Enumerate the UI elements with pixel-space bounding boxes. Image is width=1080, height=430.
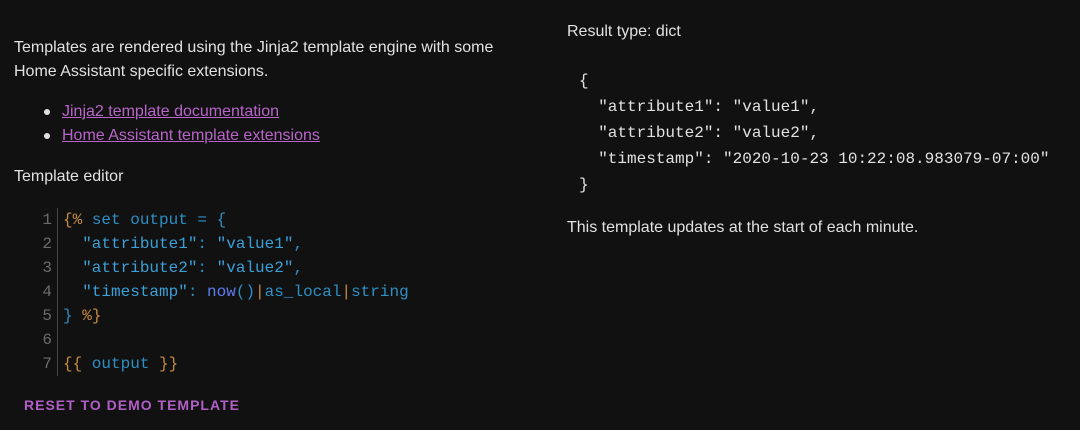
code-token: :	[197, 235, 217, 253]
code-token: as_local	[264, 283, 342, 301]
result-output: { "attribute1": "value1", "attribute2": …	[579, 72, 1050, 194]
reset-to-demo-template-button[interactable]: RESET TO DEMO TEMPLATE	[24, 393, 240, 417]
bullet-icon	[44, 133, 50, 139]
code-token: :	[197, 259, 217, 277]
line-number: 6	[30, 328, 58, 352]
code-line[interactable]: 3 "attribute2": "value2",	[30, 256, 500, 280]
code-token: now	[207, 283, 236, 301]
code-token: :	[187, 283, 208, 301]
code-token: }}	[159, 355, 179, 373]
code-token: ,	[293, 235, 304, 253]
description-line-1: Templates are rendered using the Jinja2 …	[14, 39, 494, 56]
result-type-label: Result type: dict	[567, 23, 681, 40]
description-line-2: Home Assistant specific extensions.	[14, 63, 269, 80]
code-line[interactable]: 6	[30, 328, 500, 352]
code-token: %}	[72, 307, 102, 325]
template-description: Templates are rendered using the Jinja2 …	[14, 36, 534, 84]
code-line[interactable]: 5 } %}	[30, 304, 500, 328]
code-line[interactable]: 7 {{ output }}	[30, 352, 500, 376]
template-code-editor[interactable]: 1 {% set output = { 2 "attribute1": "val…	[30, 208, 500, 376]
code-token: |	[255, 283, 265, 301]
code-token: "value2"	[216, 259, 294, 277]
code-token: "timestamp"	[63, 283, 188, 301]
code-token: |	[341, 283, 352, 301]
line-number: 2	[30, 232, 58, 256]
code-token: output	[82, 355, 160, 373]
code-line[interactable]: 4 "timestamp": now() | as_local | string	[30, 280, 500, 304]
code-token: {{	[63, 355, 83, 373]
bullet-icon	[44, 109, 50, 115]
code-token: "attribute2"	[63, 259, 198, 277]
code-token: ,	[293, 259, 304, 277]
jinja2-docs-link[interactable]: Jinja2 template documentation	[62, 103, 279, 120]
code-token: }	[63, 307, 73, 325]
line-number: 4	[30, 280, 58, 304]
line-number: 7	[30, 352, 58, 376]
list-item: Home Assistant template extensions	[44, 124, 320, 148]
ha-template-extensions-link[interactable]: Home Assistant template extensions	[62, 127, 320, 144]
line-number: 1	[30, 208, 58, 232]
line-number: 5	[30, 304, 58, 328]
code-token: {%	[63, 211, 83, 229]
code-line[interactable]: 2 "attribute1": "value1",	[30, 232, 500, 256]
code-token: "value1"	[216, 235, 294, 253]
code-token: string	[351, 283, 409, 301]
update-frequency-note: This template updates at the start of ea…	[567, 219, 919, 236]
line-number: 3	[30, 256, 58, 280]
code-line[interactable]: 1 {% set output = {	[30, 208, 500, 232]
documentation-links: Jinja2 template documentation Home Assis…	[44, 100, 320, 148]
template-editor-title: Template editor	[14, 168, 124, 185]
template-developer-tools: Templates are rendered using the Jinja2 …	[0, 0, 1080, 430]
code-token: "attribute1"	[63, 235, 198, 253]
list-item: Jinja2 template documentation	[44, 100, 320, 124]
code-token: set output = {	[82, 211, 227, 229]
code-token: ()	[235, 283, 256, 301]
